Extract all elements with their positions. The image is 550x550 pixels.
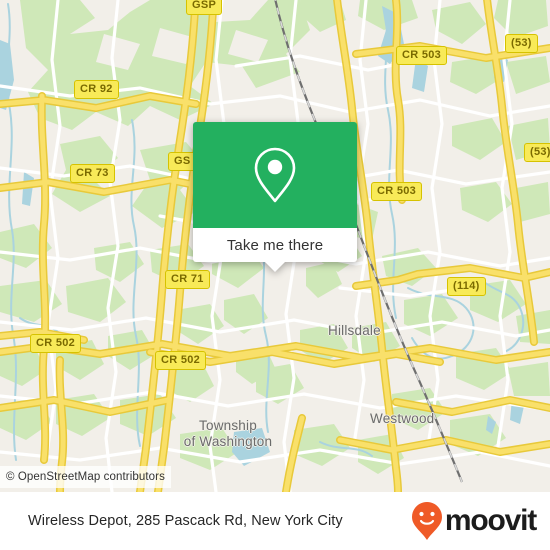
place-label-township-of-washington: Township of Washington [168,418,288,450]
place-label-line-2: of Washington [183,434,273,449]
destination-popup[interactable]: Take me there [193,122,357,272]
road-shield: (53) [524,143,550,162]
map-pin-icon [254,147,296,203]
popup-pointer-tail [264,261,286,272]
bottom-caption-bar: Wireless Depot, 285 Pascack Rd, New York… [0,492,550,550]
road-shield: CR 92 [74,80,119,99]
place-label-hillsdale: Hillsdale [328,323,381,338]
moovit-pin-icon [411,502,442,540]
road-shield: CR 73 [70,164,115,183]
moovit-logo[interactable]: moovit [411,501,537,541]
osm-attribution[interactable]: © OpenStreetMap contributors [0,466,171,488]
road-shield: CR 71 [165,270,210,289]
popup-header [193,122,357,228]
road-shield: CR 503 [396,46,448,65]
road-shield: CR 502 [30,334,82,353]
osm-attribution-text: © OpenStreetMap contributors [6,471,165,483]
location-caption: Wireless Depot, 285 Pascack Rd, New York… [28,513,343,529]
road-shield: (114) [447,277,486,296]
place-label-westwood: Westwood [370,411,435,426]
place-label-line-1: Township [199,418,257,433]
take-me-there-label: Take me there [226,236,324,254]
moovit-wordmark: moovit [444,504,537,537]
map-screenshot: GSP CR 92 CR 503 (53) CR 73 GS (53) CR 5… [0,0,550,550]
popup-action-bar[interactable]: Take me there [193,228,357,262]
road-shield: CR 503 [371,182,423,201]
road-shield: (53) [505,34,538,53]
road-shield: GSP [186,0,223,15]
map-canvas[interactable]: GSP CR 92 CR 503 (53) CR 73 GS (53) CR 5… [0,0,550,492]
road-shield: CR 502 [155,351,207,370]
